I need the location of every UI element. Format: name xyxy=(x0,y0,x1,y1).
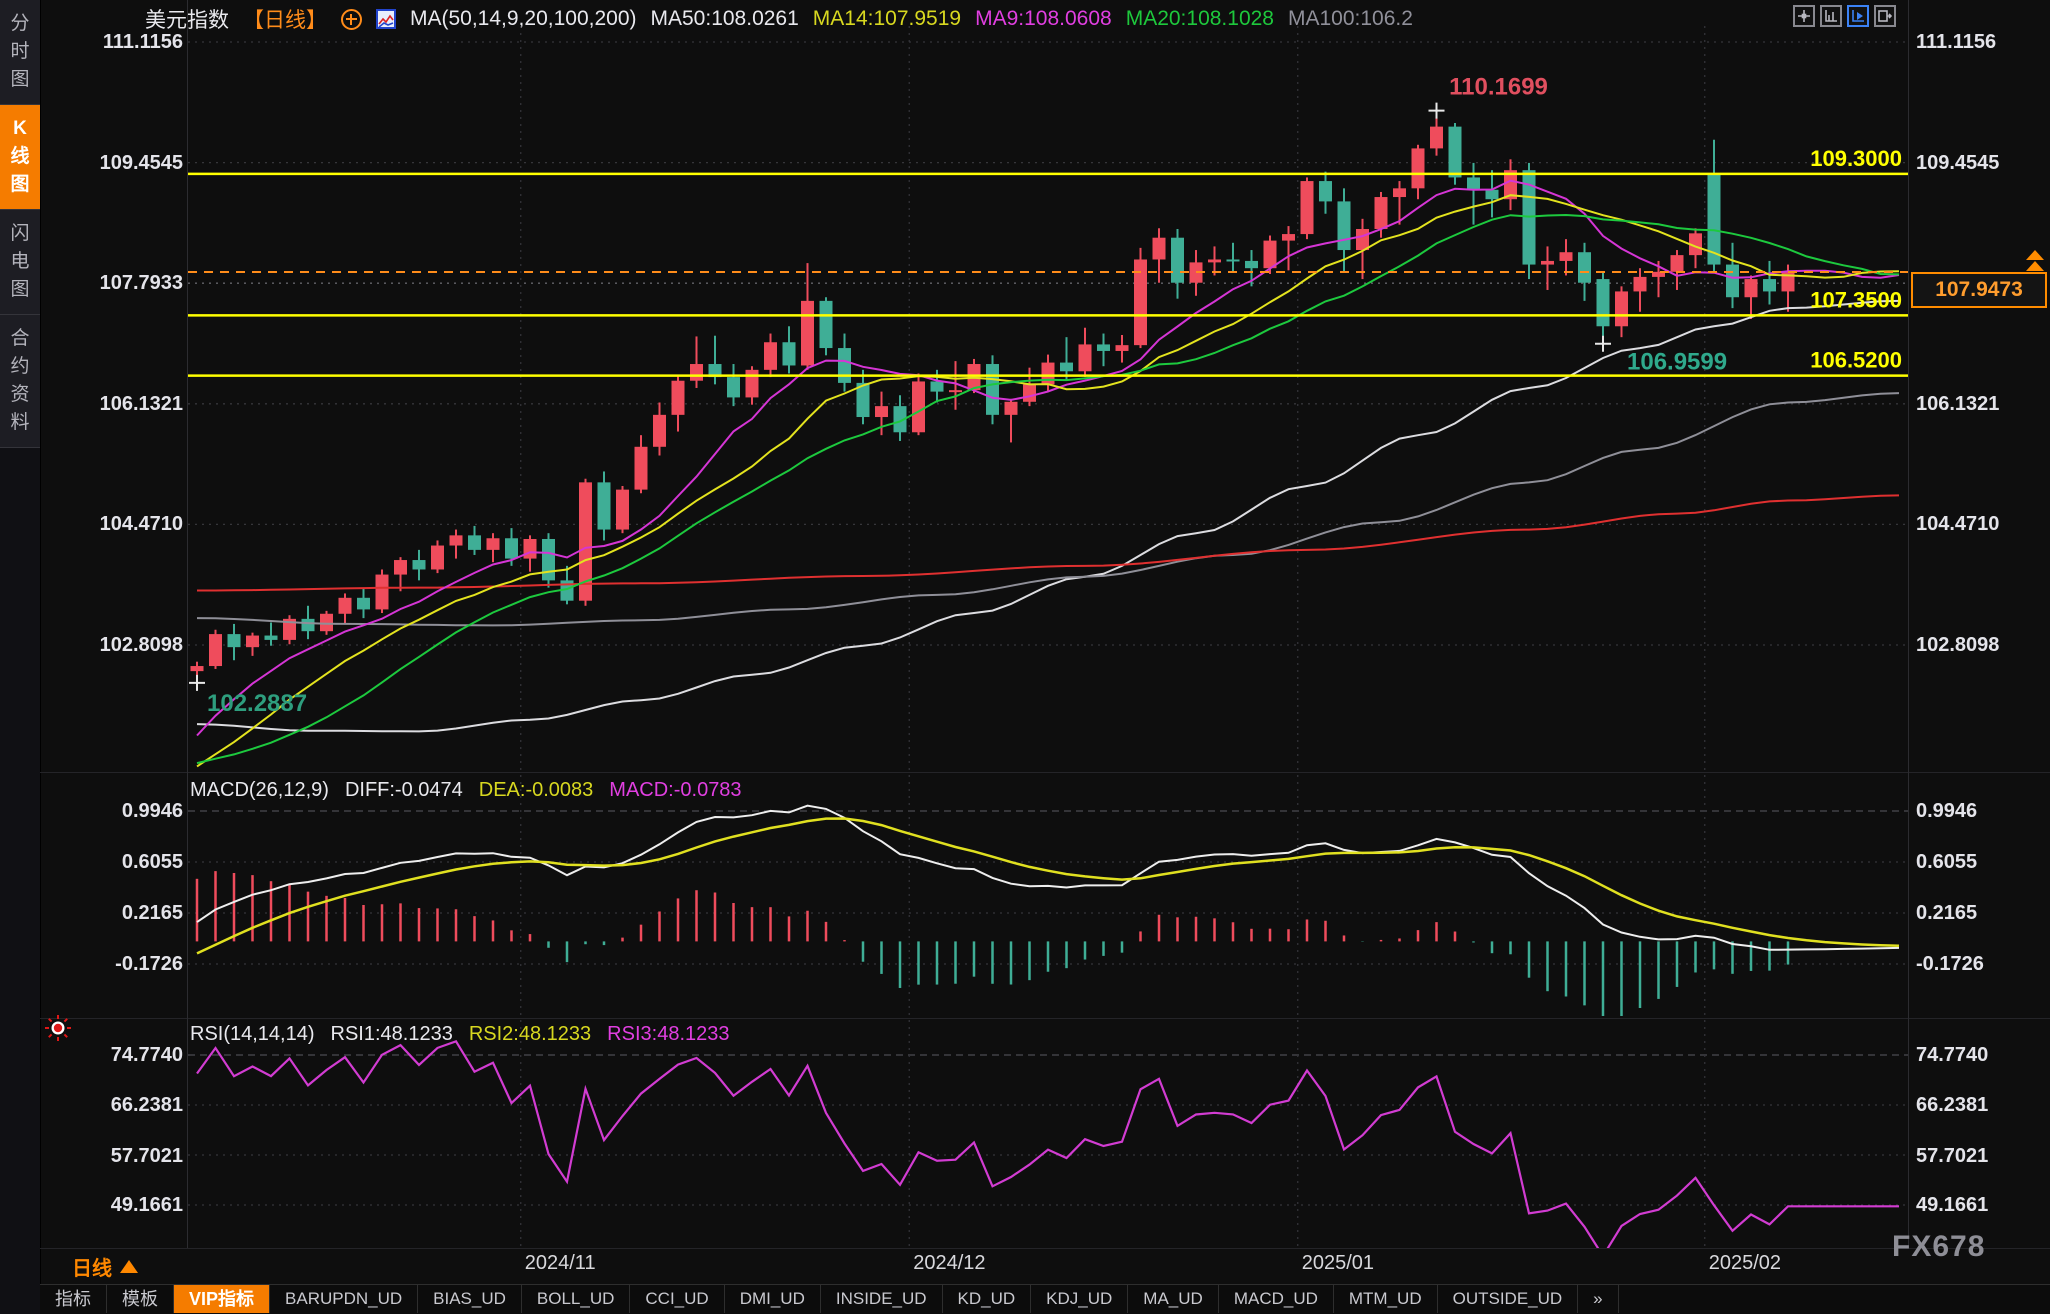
chart-canvas[interactable]: 109.3000 107.3500 106.5200 110.1699 106.9599… xyxy=(0,0,2050,1248)
tab-indicators[interactable]: 指标 xyxy=(40,1285,107,1313)
rsi1-value: RSI1:48.1233 xyxy=(331,1023,453,1046)
tab-kdj-ud[interactable]: KDJ_UD xyxy=(1031,1285,1128,1313)
macd-pane xyxy=(197,806,1899,1019)
level-line-label: 109.3000 xyxy=(1810,146,1902,171)
tab-barupdn-ud[interactable]: BARUPDN_UD xyxy=(270,1285,418,1313)
price-up-arrow-icon xyxy=(2026,261,2044,271)
macd-dea-value: DEA:-0.0083 xyxy=(479,779,594,802)
macd-header: MACD(26,12,9) DIFF:-0.0474 DEA:-0.0083 M… xyxy=(190,779,742,802)
tab-more[interactable]: » xyxy=(1578,1285,1618,1313)
watermark: FX678 xyxy=(1892,1230,1985,1264)
tab-templates[interactable]: 模板 xyxy=(107,1285,174,1313)
macd-title: MACD(26,12,9) xyxy=(190,779,329,802)
tab-dmi-ud[interactable]: DMI_UD xyxy=(725,1285,821,1313)
high-annotation: 110.1699 xyxy=(1449,74,1548,101)
tab-ma-ud[interactable]: MA_UD xyxy=(1128,1285,1219,1313)
rsi-pane xyxy=(197,1041,1899,1248)
alert-beacon-icon[interactable] xyxy=(44,1014,72,1042)
level-line-label: 107.3500 xyxy=(1810,287,1902,312)
candles-layer xyxy=(191,111,1795,683)
low-annotation: 102.2887 xyxy=(207,690,307,717)
rsi-header: RSI(14,14,14) RSI1:48.1233 RSI2:48.1233 … xyxy=(190,1023,730,1046)
macd-macd-value: MACD:-0.0783 xyxy=(609,779,741,802)
rsi-title: RSI(14,14,14) xyxy=(190,1023,315,1046)
price-pane xyxy=(191,111,1900,767)
tab-outside-ud[interactable]: OUTSIDE_UD xyxy=(1438,1285,1579,1313)
marker-cross-icon xyxy=(1595,336,1611,352)
rsi2-value: RSI2:48.1233 xyxy=(469,1023,591,1046)
chart-app: 分时图 K线图 闪电图 合约资料 美元指数 【日线】 MA(50,14,9,20… xyxy=(0,0,2050,1314)
xaxis-label: 2024/12 xyxy=(913,1252,985,1275)
rsi3-value: RSI3:48.1233 xyxy=(607,1023,729,1046)
tab-inside-ud[interactable]: INSIDE_UD xyxy=(821,1285,943,1313)
price-up-arrow-icon xyxy=(2026,250,2044,260)
tab-boll-ud[interactable]: BOLL_UD xyxy=(522,1285,630,1313)
tab-bias-ud[interactable]: BIAS_UD xyxy=(418,1285,522,1313)
indicator-tabbar: 指标 模板 VIP指标 BARUPDN_UD BIAS_UD BOLL_UD C… xyxy=(40,1284,2050,1314)
last-price-tag: 107.9473 xyxy=(1911,272,2047,308)
xaxis-label: 2025/01 xyxy=(1302,1252,1374,1275)
tab-vip-indicators[interactable]: VIP指标 xyxy=(174,1285,270,1313)
tab-cci-ud[interactable]: CCI_UD xyxy=(630,1285,724,1313)
tab-macd-ud[interactable]: MACD_UD xyxy=(1219,1285,1334,1313)
tab-mtm-ud[interactable]: MTM_UD xyxy=(1334,1285,1438,1313)
macd-diff-value: DIFF:-0.0474 xyxy=(345,779,463,802)
xaxis-label: 2025/02 xyxy=(1709,1252,1781,1275)
xaxis-label: 2024/11 xyxy=(525,1252,596,1275)
marker-cross-icon xyxy=(1429,103,1445,119)
low-annotation: 106.9599 xyxy=(1627,349,1727,376)
xaxis-row: 2024/11 2024/12 2025/01 2025/02 xyxy=(40,1248,2050,1285)
level-line-label: 106.5200 xyxy=(1810,348,1902,373)
tab-kd-ud[interactable]: KD_UD xyxy=(943,1285,1032,1313)
marker-cross-icon xyxy=(189,675,205,691)
